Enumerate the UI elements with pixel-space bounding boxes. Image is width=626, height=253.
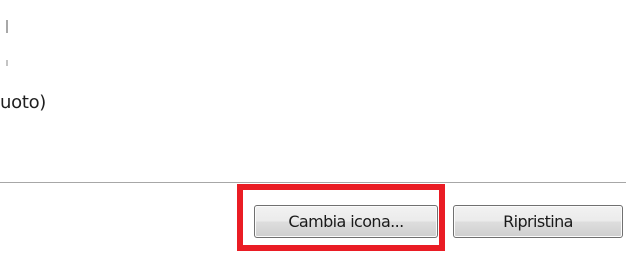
- restore-default-button[interactable]: Ripristina: [453, 205, 623, 238]
- separator-line: [0, 182, 626, 184]
- partial-label-text: uoto): [0, 92, 47, 113]
- properties-dialog-body: uoto) Cambia icona... Ripristina: [0, 0, 626, 253]
- clipped-text-fragment: [6, 60, 8, 66]
- clipped-text-fragment: [6, 20, 8, 33]
- change-icon-button[interactable]: Cambia icona...: [254, 205, 438, 238]
